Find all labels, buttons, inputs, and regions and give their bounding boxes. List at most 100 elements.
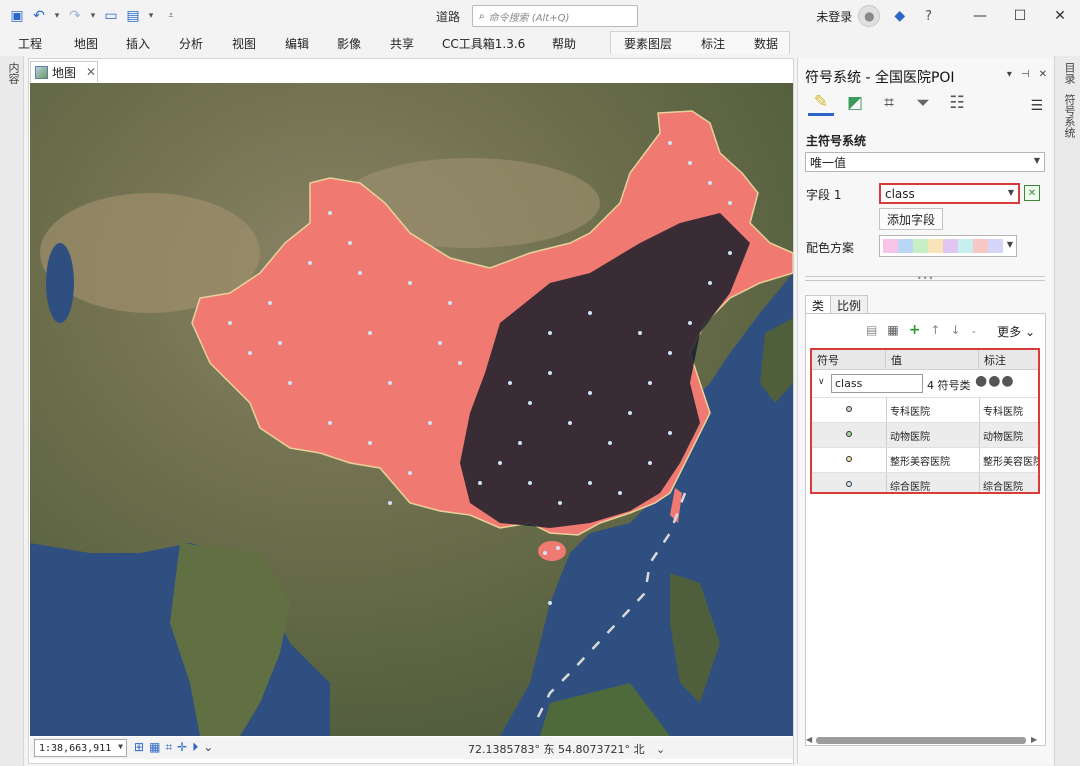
project-icon[interactable]: ▣	[8, 7, 26, 25]
notification-icon[interactable]: ◆	[894, 8, 905, 24]
pause-draw-icon[interactable]: ⏵	[192, 740, 198, 755]
primary-symbology-title: 主符号系统	[806, 134, 867, 148]
row-label[interactable]: 整形美容医院	[979, 448, 1038, 473]
symbology-pane-tab[interactable]: 符号系统	[1061, 94, 1077, 138]
add-value-icon[interactable]: +	[909, 322, 921, 338]
sql-expression-icon[interactable]: ✕	[1024, 185, 1040, 201]
point-symbol-icon[interactable]	[846, 431, 852, 437]
table-row[interactable]: 专科医院 专科医院	[812, 397, 1038, 423]
scroll-right-icon[interactable]: ▶	[1031, 735, 1037, 744]
save-dropdown-icon[interactable]: ▾	[146, 7, 156, 25]
point-symbol-icon[interactable]	[846, 481, 852, 487]
horizontal-scrollbar[interactable]	[816, 737, 1026, 744]
close-button[interactable]: ✕	[1040, 0, 1080, 32]
undo-dropdown-icon[interactable]: ▾	[52, 7, 62, 25]
tab-data[interactable]: 数据	[754, 35, 778, 52]
open-icon[interactable]: ▭	[102, 7, 120, 25]
sort-icon[interactable]: ⌄	[971, 326, 978, 335]
map-canvas[interactable]	[30, 83, 793, 736]
group-field-heading[interactable]: class	[831, 374, 923, 393]
grid-icon[interactable]: ▦	[149, 740, 160, 755]
header-label[interactable]: 标注	[979, 350, 1038, 370]
pane-close-icon[interactable]: ✕	[1039, 69, 1047, 80]
pin-icon[interactable]: ⊣	[1021, 69, 1030, 80]
chevron-down-icon: ▼	[1007, 188, 1014, 197]
group-more-icon[interactable]: ●●●	[975, 373, 1015, 389]
fixed-zoom-icon[interactable]: ⊞	[134, 740, 144, 755]
chevron-down-icon: ▼	[118, 742, 123, 751]
table-row[interactable]: 综合医院 综合医院	[812, 472, 1038, 492]
coordinate-readout[interactable]: 72.1385783° 东 54.8073721° 北 ⌄	[468, 741, 665, 757]
class-toolbar: ▤ ▦ + ↑ ↓ ⌄	[866, 322, 977, 338]
tab-view[interactable]: 视图	[232, 35, 256, 52]
header-symbol[interactable]: 符号	[812, 350, 886, 370]
row-label[interactable]: 动物医院	[979, 423, 1038, 448]
catalog-pane-tab[interactable]: 目录	[1061, 62, 1077, 84]
map-view-tab[interactable]: 地图 ✕	[30, 61, 98, 82]
pane-title: 符号系统 - 全国医院POI	[805, 70, 955, 86]
pane-options-chevron-icon[interactable]: ▾	[1007, 69, 1012, 80]
field-select[interactable]: class ▼	[879, 183, 1020, 204]
color-ramp-preview	[883, 239, 1003, 253]
close-map-tab-icon[interactable]: ✕	[86, 65, 96, 79]
primary-symbology-icon[interactable]: ✎	[808, 90, 834, 116]
list-view-icon[interactable]: ▤	[866, 323, 877, 337]
row-label[interactable]: 专科医院	[979, 398, 1038, 423]
tab-share[interactable]: 共享	[390, 35, 414, 52]
avatar-icon[interactable]: ●	[858, 5, 881, 27]
point-symbol-icon[interactable]	[846, 456, 852, 462]
tab-feature-layer[interactable]: 要素图层	[624, 35, 672, 52]
add-field-button[interactable]: 添加字段	[879, 208, 943, 230]
sign-in-status[interactable]: 未登录	[816, 8, 852, 25]
pane-splitter[interactable]: •••	[805, 274, 1045, 283]
add-all-values-icon[interactable]: ▦	[887, 323, 898, 337]
coords-chevron-down-icon: ⌄	[655, 743, 666, 756]
tab-edit[interactable]: 编辑	[285, 35, 309, 52]
tab-analysis[interactable]: 分析	[179, 35, 203, 52]
tools-chevron-down-icon[interactable]: ⌄	[203, 740, 213, 755]
status-tools: ⊞ ▦ ⌗ ✛ ⏵ ⌄	[134, 740, 213, 755]
more-menu[interactable]: 更多 ⌄	[997, 323, 1035, 340]
point-symbol-icon[interactable]	[846, 406, 852, 412]
filter-icon[interactable]: ⏷	[910, 90, 936, 116]
customize-qat-icon[interactable]: ⩡	[166, 7, 176, 25]
collapse-chevron-icon[interactable]: ∨	[818, 377, 825, 387]
tab-cc-toolbox[interactable]: CC工具箱1.3.6	[442, 35, 525, 52]
ribbon-tabs: 工程 地图 插入 分析 视图 编辑 影像 共享 CC工具箱1.3.6 帮助 要素…	[0, 32, 1080, 54]
undo-icon[interactable]: ↶	[30, 7, 48, 25]
header-value[interactable]: 值	[886, 350, 979, 370]
maximize-button[interactable]: ☐	[1000, 0, 1040, 32]
scale-combo[interactable]: 1:38,663,911 ▼	[34, 739, 127, 757]
legend-options-icon[interactable]: ☷	[944, 90, 970, 116]
tab-imagery[interactable]: 影像	[337, 35, 361, 52]
help-icon[interactable]: ?	[925, 9, 932, 24]
row-label[interactable]: 综合医院	[979, 473, 1038, 492]
hainan	[538, 541, 566, 561]
crosshair-icon[interactable]: ✛	[177, 740, 187, 755]
menu-icon[interactable]: ☰	[1030, 98, 1043, 114]
vary-symbology-icon[interactable]: ◩	[842, 90, 868, 116]
contents-pane-tab[interactable]: 内容	[5, 62, 21, 84]
tab-insert[interactable]: 插入	[126, 35, 150, 52]
color-scheme-select[interactable]: ▼	[879, 235, 1017, 257]
tab-labeling[interactable]: 标注	[701, 35, 725, 52]
tab-help[interactable]: 帮助	[552, 35, 576, 52]
symbology-pane: 符号系统 - 全国医院POI ▾ ⊣ ✕ ✎ ◩ ⌗ ⏷ ☷ ☰ 主符号系统 唯…	[797, 58, 1053, 764]
left-dock-strip: 内容	[0, 56, 24, 766]
group-count: 4 符号类	[927, 379, 971, 392]
move-up-icon[interactable]: ↑	[930, 323, 940, 337]
redo-dropdown-icon[interactable]: ▾	[88, 7, 98, 25]
save-icon[interactable]: ▤	[124, 7, 142, 25]
advanced-symbology-icon[interactable]: ⌗	[876, 90, 902, 116]
table-row[interactable]: 动物医院 动物医院	[812, 422, 1038, 448]
command-search-input[interactable]: ⌕ 命令搜索 (Alt+Q)	[472, 5, 638, 27]
redo-icon[interactable]: ↷	[66, 7, 84, 25]
snapping-icon[interactable]: ⌗	[165, 740, 172, 755]
table-row[interactable]: 整形美容医院 整形美容医院	[812, 447, 1038, 473]
tab-project[interactable]: 工程	[18, 35, 42, 52]
symbology-method-select[interactable]: 唯一值 ▼	[805, 152, 1045, 172]
scroll-left-icon[interactable]: ◀	[806, 735, 812, 744]
move-down-icon[interactable]: ↓	[950, 323, 960, 337]
tab-map[interactable]: 地图	[74, 35, 98, 52]
minimize-button[interactable]: —	[960, 0, 1000, 32]
